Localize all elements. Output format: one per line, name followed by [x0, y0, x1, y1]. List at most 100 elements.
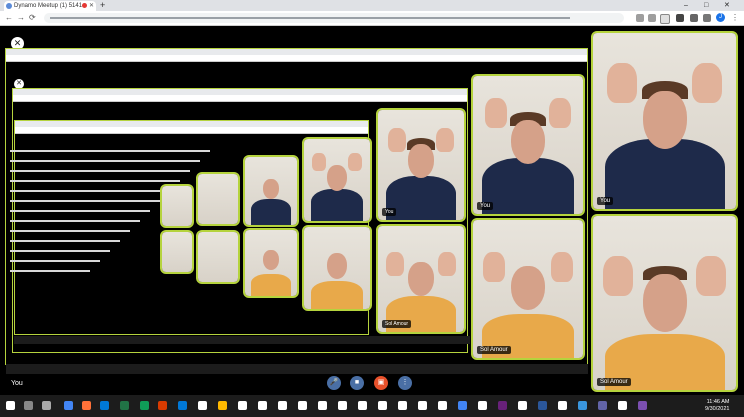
recursive-frame-stripe: [10, 160, 200, 162]
windows-start-icon[interactable]: [6, 401, 15, 410]
recursive-frame-stripe: [10, 150, 210, 152]
hand: [438, 252, 456, 276]
app-icon[interactable]: [458, 401, 467, 410]
extension-icon[interactable]: [703, 14, 711, 22]
app-icon[interactable]: [178, 401, 187, 410]
face: [327, 165, 347, 191]
search-icon[interactable]: [24, 401, 33, 410]
windows-taskbar: 11:46 AM 9/30/2021: [0, 395, 744, 417]
face: [263, 179, 279, 199]
reload-button[interactable]: ⟳: [29, 12, 36, 24]
hand: [485, 98, 507, 128]
extension-icon[interactable]: [660, 14, 670, 24]
recursive-frame-stripe: [10, 250, 110, 252]
powerpoint-icon[interactable]: [158, 401, 167, 410]
maximize-button[interactable]: □: [704, 0, 708, 11]
app-icon[interactable]: [338, 401, 347, 410]
recursive-frame-stripe: [10, 220, 140, 222]
app-icon[interactable]: [258, 401, 267, 410]
shirt: [386, 176, 456, 220]
app-icon[interactable]: [558, 401, 567, 410]
close-window-button[interactable]: ✕: [724, 0, 730, 11]
app-icon[interactable]: [298, 401, 307, 410]
nested-taskbar: [6, 364, 588, 374]
profile-avatar[interactable]: J: [716, 13, 725, 22]
new-tab-button[interactable]: +: [100, 0, 105, 11]
teams-icon[interactable]: [598, 401, 607, 410]
hand: [483, 252, 505, 282]
face: [642, 91, 687, 149]
app-icon[interactable]: [638, 401, 647, 410]
app-icon[interactable]: [140, 401, 149, 410]
minimize-button[interactable]: –: [684, 0, 688, 11]
app-icon[interactable]: [478, 401, 487, 410]
app-icon[interactable]: [618, 401, 627, 410]
participant-name-tag: You: [382, 208, 397, 216]
excel-icon[interactable]: [120, 401, 129, 410]
more-options-button[interactable]: ⋮: [398, 376, 412, 390]
mic-button[interactable]: 🎤: [327, 376, 341, 390]
recursive-frame-stripe: [10, 260, 100, 262]
camera-button[interactable]: ■: [350, 376, 364, 390]
edge-icon[interactable]: [100, 401, 109, 410]
app-icon[interactable]: [518, 401, 527, 410]
extension-icon[interactable]: [676, 14, 684, 22]
extension-icon[interactable]: [636, 14, 644, 22]
video-tile-sol-small: [243, 228, 299, 298]
extension-icon[interactable]: [648, 14, 656, 22]
browser-tab[interactable]: Dynamo Meetup (1) 5141 ✕: [4, 1, 96, 11]
video-tile-sol-medium: [302, 225, 372, 311]
clock-time: 11:46 AM: [706, 399, 730, 405]
face: [511, 120, 545, 164]
app-icon[interactable]: [438, 401, 447, 410]
chrome-icon[interactable]: [64, 401, 73, 410]
firefox-icon[interactable]: [82, 401, 91, 410]
visual-studio-icon[interactable]: [498, 401, 507, 410]
back-button[interactable]: ←: [5, 12, 13, 24]
face: [263, 250, 279, 270]
hand: [551, 252, 573, 282]
app-icon[interactable]: [358, 401, 367, 410]
file-explorer-icon[interactable]: [218, 401, 227, 410]
browser-toolbar: ← → ⟳ J ⋮: [0, 11, 744, 26]
hand: [696, 256, 726, 296]
task-view-icon[interactable]: [42, 401, 51, 410]
nested-toolbar: [13, 95, 467, 102]
address-bar[interactable]: [44, 13, 624, 23]
hand: [692, 63, 722, 103]
app-icon[interactable]: [238, 401, 247, 410]
app-icon[interactable]: [398, 401, 407, 410]
recursive-frame-stripe: [10, 180, 180, 182]
hand: [348, 153, 362, 171]
nested-taskbar: [14, 336, 470, 344]
nested-toolbar: [6, 55, 587, 62]
app-icon[interactable]: [378, 401, 387, 410]
word-icon[interactable]: [538, 401, 547, 410]
app-icon[interactable]: [198, 401, 207, 410]
hand: [388, 128, 406, 152]
app-icon[interactable]: [318, 401, 327, 410]
extension-icon[interactable]: [690, 14, 698, 22]
app-icon[interactable]: [278, 401, 287, 410]
forward-button[interactable]: →: [17, 12, 25, 24]
self-view-label: You: [11, 380, 23, 387]
video-tile-you-level1: You: [471, 74, 585, 216]
shirt: [251, 274, 291, 296]
nested-toolbar: [15, 127, 368, 134]
share-screen-button[interactable]: ▣: [374, 376, 388, 390]
tab-title: Dynamo Meetup (1) 5141: [14, 3, 83, 9]
site-favicon-icon: [6, 3, 12, 9]
video-tile-you-medium: [302, 137, 372, 223]
app-icon[interactable]: [418, 401, 427, 410]
app-icon[interactable]: [578, 401, 587, 410]
video-tile-sol-mini: [160, 230, 194, 274]
close-tab-icon[interactable]: ✕: [89, 1, 94, 11]
system-clock[interactable]: 11:46 AM 9/30/2021: [705, 399, 729, 413]
recursive-frame-stripe: [10, 190, 170, 192]
face: [327, 253, 347, 279]
video-tile-you: You: [591, 31, 738, 211]
video-tile-you-small: [243, 155, 299, 227]
video-tile-sol-level2: Sol Amour: [376, 224, 466, 334]
shirt: [482, 158, 574, 214]
browser-menu-icon[interactable]: ⋮: [731, 12, 739, 24]
